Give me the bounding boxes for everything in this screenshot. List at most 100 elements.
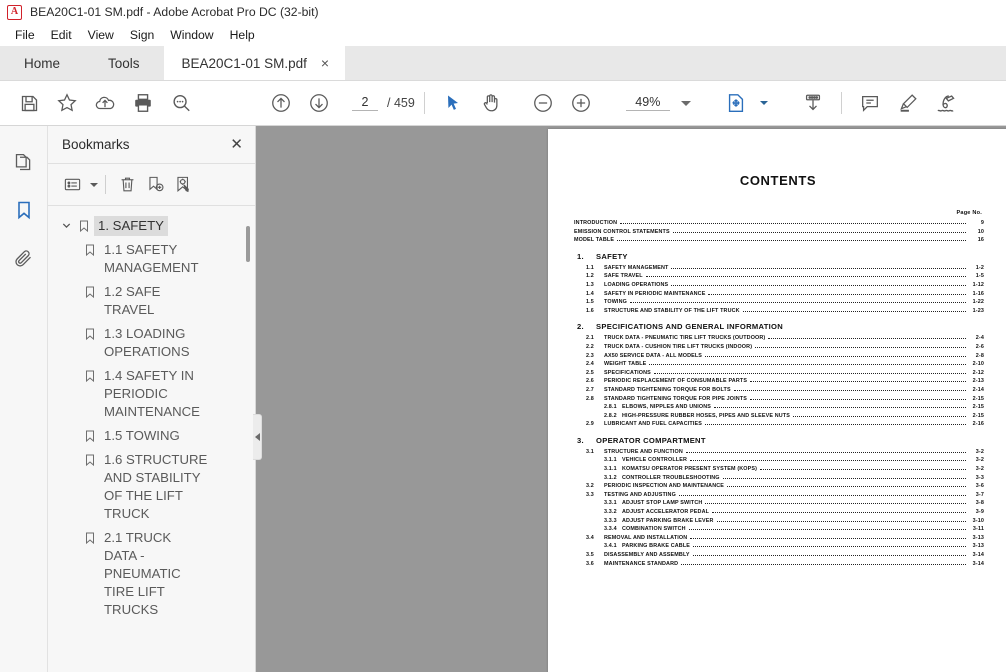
fit-page-icon[interactable] (717, 85, 755, 121)
toc-entry[interactable]: 2.6 PERIODIC REPLACEMENT OF CONSUMABLE P… (572, 377, 984, 386)
bookmark-item-1-6-structure-and-stability[interactable]: 1.6 STRUCTURE AND STABILITY OF THE LIFT … (48, 448, 255, 526)
bookmarks-list[interactable]: 1. SAFETY 1.1 SAFETY MANAGEMENT 1.2 SAFE… (48, 206, 255, 672)
tab-document[interactable]: BEA20C1-01 SM.pdf × (163, 46, 346, 80)
toc-entry[interactable]: 2.2 TRUCK DATA - CUSHION TIRE LIFT TRUCK… (572, 343, 984, 352)
zoom-in-icon[interactable] (562, 85, 600, 121)
bookmark-icon (80, 240, 100, 257)
toc-entry[interactable]: 2.8.2 HIGH-PRESSURE RUBBER HOSES, PIPES … (572, 412, 984, 421)
next-page-icon[interactable] (300, 85, 338, 121)
toc-entry[interactable]: 3.3.2 ADJUST ACCELERATOR PEDAL 3-9 (572, 508, 984, 517)
previous-page-icon[interactable] (262, 85, 300, 121)
toc-entry[interactable]: 3.2 PERIODIC INSPECTION AND MAINTENANCE … (572, 482, 984, 491)
edit-bookmark-icon[interactable] (169, 171, 197, 199)
page-number-input[interactable] (352, 95, 378, 111)
attachments-icon[interactable] (6, 238, 42, 278)
add-comment-icon[interactable] (851, 85, 889, 121)
highlight-text-icon[interactable] (889, 85, 927, 121)
add-to-favorites-icon[interactable] (48, 85, 86, 121)
tab-close-icon[interactable]: × (319, 56, 331, 70)
zoom-out-icon[interactable] (524, 85, 562, 121)
page-no-header: Page No. (956, 210, 982, 216)
close-icon[interactable]: ✕ (230, 137, 243, 152)
menu-file[interactable]: File (7, 26, 43, 44)
toc-entry[interactable]: 2.3 AX50 SERVICE DATA - ALL MODELS 2-8 (572, 352, 984, 361)
toc-entry-number: 3.1.1 (604, 457, 617, 464)
toc-entry[interactable]: 3.4.1 PARKING BRAKE CABLE 3-13 (572, 542, 984, 551)
toc-entry[interactable]: 3.1 STRUCTURE AND FUNCTION 3-2 (572, 448, 984, 457)
toc-leader (617, 240, 966, 242)
toc-entry[interactable]: 3.5 DISASSEMBLY AND ASSEMBLY 3-14 (572, 551, 984, 560)
document-viewport[interactable]: CONTENTS Page No. INTRODUCTION 9 EMISSIO… (256, 126, 1006, 672)
bookmark-options-icon[interactable] (58, 171, 86, 199)
toc-entry[interactable]: 2.9 LUBRICANT AND FUEL CAPACITIES 2-16 (572, 420, 984, 429)
menu-sign[interactable]: Sign (122, 26, 162, 44)
toc-entry[interactable]: 1.6 STRUCTURE AND STABILITY OF THE LIFT … (572, 307, 984, 316)
chevron-down-icon[interactable] (680, 100, 691, 106)
menu-help[interactable]: Help (222, 26, 263, 44)
bookmark-options-chevron-down-icon[interactable] (90, 182, 98, 187)
toc-entry[interactable]: 1.1 SAFETY MANAGEMENT 1-2 (572, 264, 984, 273)
add-signature-icon[interactable] (927, 85, 965, 121)
toc-entry[interactable]: 3.1.1 VEHICLE CONTROLLER 3-2 (572, 456, 984, 465)
delete-bookmark-icon[interactable] (113, 171, 141, 199)
toc-entry[interactable]: INTRODUCTION 9 (572, 219, 984, 228)
zoom-level-value[interactable]: 49% (625, 95, 670, 111)
bookmark-item-1-3-loading-operations[interactable]: 1.3 LOADING OPERATIONS (48, 322, 255, 364)
page-thumbnails-icon[interactable] (6, 142, 42, 182)
toc-entry[interactable]: 2.7 STANDARD TIGHTENING TORQUE FOR BOLTS… (572, 386, 984, 395)
tab-home[interactable]: Home (0, 46, 84, 80)
toc-entry[interactable]: 3.3.3 ADJUST PARKING BRAKE LEVER 3-10 (572, 517, 984, 526)
find-text-icon[interactable] (162, 85, 200, 121)
zoom-control[interactable]: 49% (625, 95, 691, 111)
save-file-icon[interactable] (10, 85, 48, 121)
tab-tools[interactable]: Tools (84, 46, 164, 80)
menu-view[interactable]: View (80, 26, 122, 44)
toc-entry[interactable]: 3.1.1 KOMATSU OPERATOR PRESENT SYSTEM (K… (572, 465, 984, 474)
bookmark-icon (80, 324, 100, 341)
hand-tool-icon[interactable] (472, 85, 510, 121)
menu-window[interactable]: Window (162, 26, 221, 44)
toc-entry[interactable]: 2.4 WEIGHT TABLE 2-10 (572, 360, 984, 369)
toc-entry-number: 3.5 (586, 552, 594, 558)
bookmark-item-1-1-safety-management[interactable]: 1.1 SAFETY MANAGEMENT (48, 238, 255, 280)
toc-entry[interactable]: 2.8 STANDARD TIGHTENING TORQUE FOR PIPE … (572, 395, 984, 404)
toc-entry-number: 1.6 (586, 307, 594, 314)
toc-entry-number: 1.2 (586, 273, 594, 280)
select-tool-icon[interactable] (434, 85, 472, 121)
chevron-down-icon[interactable] (58, 216, 74, 231)
toc-entry[interactable]: EMISSION CONTROL STATEMENTS 10 (572, 228, 984, 237)
toc-entry[interactable]: 3.4 REMOVAL AND INSTALLATION 3-13 (572, 534, 984, 543)
toc-entry[interactable]: 2.1 TRUCK DATA - PNEUMATIC TIRE LIFT TRU… (572, 334, 984, 343)
bookmarks-scrollbar-thumb[interactable] (246, 226, 250, 262)
toc-leader (716, 520, 966, 522)
toc-entry[interactable]: 3.3.1 ADJUST STOP LAMP SWITCH 3-8 (572, 499, 984, 508)
toc-entry-text: SPECIFICATIONS (604, 369, 651, 376)
toc-entry[interactable]: 3.1.2 CONTROLLER TROUBLESHOOTING 3-3 (572, 474, 984, 483)
toc-entry[interactable]: MODEL TABLE 16 (572, 236, 984, 245)
print-file-icon[interactable] (124, 85, 162, 121)
new-bookmark-icon[interactable] (141, 171, 169, 199)
toc-entry[interactable]: 1.5 TOWING 1-22 (572, 298, 984, 307)
bookmarks-icon[interactable] (6, 190, 42, 230)
bookmarks-scrollbar[interactable] (245, 214, 252, 672)
bookmark-item-1-5-towing[interactable]: 1.5 TOWING (48, 424, 255, 448)
toc-entry-number: 3.1 (586, 448, 594, 455)
toc-entry[interactable]: 1.2 SAFE TRAVEL 1-5 (572, 272, 984, 281)
menu-edit[interactable]: Edit (43, 26, 80, 44)
toc-entry[interactable]: 2.8.1 ELBOWS, NIPPLES AND UNIONS 2-15 (572, 403, 984, 412)
upload-to-cloud-icon[interactable] (86, 85, 124, 121)
toc-entry[interactable]: 1.4 SAFETY IN PERIODIC MAINTENANCE 1-16 (572, 290, 984, 299)
bookmark-item-1-4-safety-in-periodic-maintenance[interactable]: 1.4 SAFETY IN PERIODIC MAINTENANCE (48, 364, 255, 424)
toc-leader (692, 555, 966, 556)
toc-entry[interactable]: 1.3 LOADING OPERATIONS 1-12 (572, 281, 984, 290)
bookmark-item-1-2-safe-travel[interactable]: 1.2 SAFE TRAVEL (48, 280, 255, 322)
toc-entry[interactable]: 3.6 MAINTENANCE STANDARD 3-14 (572, 560, 984, 569)
download-page-icon[interactable] (794, 85, 832, 121)
bookmark-item-2-1-truck-data-pneumatic[interactable]: 2.1 TRUCK DATA - PNEUMATIC TIRE LIFT TRU… (48, 526, 255, 622)
toc-entry[interactable]: 3.3.4 COMBINATION SWITCH 3-11 (572, 525, 984, 534)
panel-collapse-handle[interactable] (253, 414, 262, 460)
toc-entry[interactable]: 2.5 SPECIFICATIONS 2-12 (572, 369, 984, 378)
toc-entry[interactable]: 3.3 TESTING AND ADJUSTING 3-7 (572, 491, 984, 500)
bookmark-item-1-safety[interactable]: 1. SAFETY (48, 214, 255, 238)
fit-page-chevron-down-icon[interactable] (759, 101, 768, 105)
